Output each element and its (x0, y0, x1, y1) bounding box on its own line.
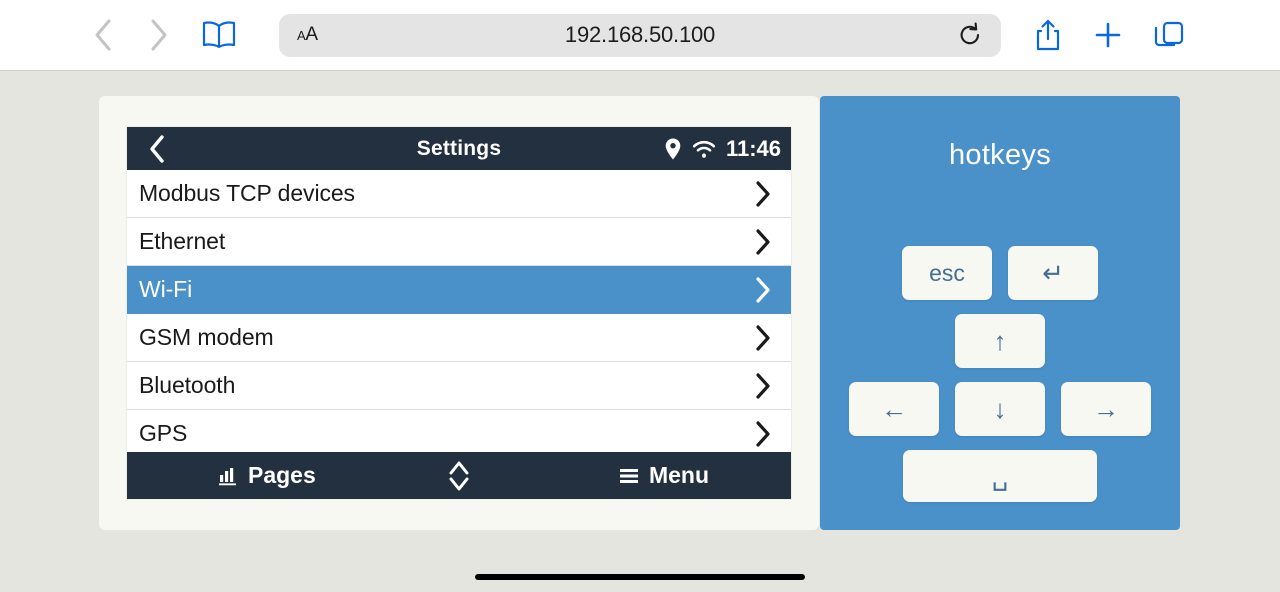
remote-console-card: Settings 11:46 Modbus TCP devices Ethern… (99, 96, 819, 530)
settings-row-label: GPS (139, 420, 188, 446)
hotkeys-row-2: ↑ (820, 314, 1180, 368)
device-clock: 11:46 (725, 135, 781, 161)
device-status-area: 11:46 (664, 136, 781, 162)
settings-row-label: Wi-Fi (139, 276, 193, 302)
settings-row-wifi[interactable]: Wi-Fi (127, 266, 791, 314)
arrow-right-key[interactable]: → (1061, 382, 1151, 436)
show-tabs-button[interactable] (1147, 13, 1191, 57)
reload-button[interactable] (955, 20, 985, 50)
arrow-left-icon: ← (881, 394, 907, 424)
home-indicator (475, 574, 805, 580)
space-key[interactable]: ␣ (903, 450, 1097, 502)
page-body: Settings 11:46 Modbus TCP devices Ethern… (0, 71, 1280, 592)
arrow-up-key[interactable]: ↑ (955, 314, 1045, 368)
space-icon: ␣ (991, 461, 1009, 491)
hotkeys-row-1: esc ↵ (820, 246, 1180, 300)
chevron-right-icon (756, 276, 770, 303)
footer-menu-button[interactable]: Menu (618, 462, 709, 489)
browser-bookmarks-button[interactable] (196, 12, 242, 58)
arrow-right-icon: → (1093, 394, 1119, 424)
browser-forward-button[interactable] (136, 12, 182, 58)
tabs-icon (1154, 21, 1184, 47)
footer-pages-label: Pages (248, 462, 316, 488)
settings-row-gsm-modem[interactable]: GSM modem (127, 314, 791, 362)
chevron-right-icon (756, 180, 770, 207)
footer-menu-label: Menu (648, 462, 709, 488)
settings-list: Modbus TCP devices Ethernet Wi-Fi GSM mo… (127, 170, 791, 458)
arrow-down-icon: ↓ (993, 394, 1007, 424)
footer-updown-button[interactable] (448, 459, 470, 493)
location-pin-icon (665, 138, 681, 159)
hamburger-icon (619, 468, 638, 483)
device-header: Settings 11:46 (127, 127, 791, 170)
settings-row-ethernet[interactable]: Ethernet (127, 218, 791, 266)
new-tab-button[interactable] (1086, 13, 1130, 57)
chevron-right-icon (756, 372, 770, 399)
device-footer: Pages Menu (127, 452, 791, 499)
chevron-right-icon (756, 420, 770, 447)
text-size-large-a: A (305, 24, 318, 45)
browser-toolbar: AA 192.168.50.100 (0, 0, 1280, 71)
footer-pages-button[interactable]: Pages (217, 462, 316, 489)
wifi-icon (692, 140, 716, 158)
hotkeys-row-3: ← ↓ → (820, 382, 1180, 436)
url-text: 192.168.50.100 (564, 22, 716, 47)
settings-row-modbus[interactable]: Modbus TCP devices (127, 170, 791, 218)
arrow-down-key[interactable]: ↓ (955, 382, 1045, 436)
return-icon: ↵ (1042, 258, 1064, 288)
text-size-button[interactable]: AA (297, 24, 318, 46)
plus-icon (1095, 22, 1121, 48)
url-bar[interactable]: AA 192.168.50.100 (279, 13, 1001, 57)
device-screen: Settings 11:46 Modbus TCP devices Ethern… (127, 127, 791, 499)
text-size-small-a: A (297, 28, 306, 43)
return-key[interactable]: ↵ (1008, 246, 1098, 300)
settings-row-label: Bluetooth (139, 372, 236, 398)
chevron-right-icon (756, 228, 770, 255)
share-button[interactable] (1026, 13, 1070, 57)
browser-back-button[interactable] (80, 12, 126, 58)
settings-row-label: Modbus TCP devices (139, 180, 355, 206)
arrow-up-icon: ↑ (993, 326, 1007, 356)
hotkeys-title: hotkeys (948, 139, 1052, 171)
settings-row-label: GSM modem (139, 324, 274, 350)
share-icon (1036, 19, 1060, 51)
hotkeys-panel: hotkeys esc ↵ ↑ ← ↓ → ␣ (820, 96, 1180, 530)
reload-icon (960, 22, 980, 45)
chevron-left-icon (95, 19, 111, 51)
settings-row-label: Ethernet (139, 228, 226, 254)
esc-key-label: esc (929, 259, 965, 286)
settings-row-bluetooth[interactable]: Bluetooth (127, 362, 791, 410)
settings-row-gps[interactable]: GPS (127, 410, 791, 458)
chevron-right-icon (151, 19, 167, 51)
hotkeys-keypad: esc ↵ ↑ ← ↓ → ␣ (820, 246, 1180, 516)
arrow-left-key[interactable]: ← (849, 382, 939, 436)
up-down-chevron-icon (449, 461, 469, 490)
chevron-right-icon (756, 324, 770, 351)
bar-chart-icon (219, 467, 236, 485)
hotkeys-row-4: ␣ (820, 450, 1180, 502)
book-icon (202, 21, 236, 49)
esc-key[interactable]: esc (902, 246, 992, 300)
